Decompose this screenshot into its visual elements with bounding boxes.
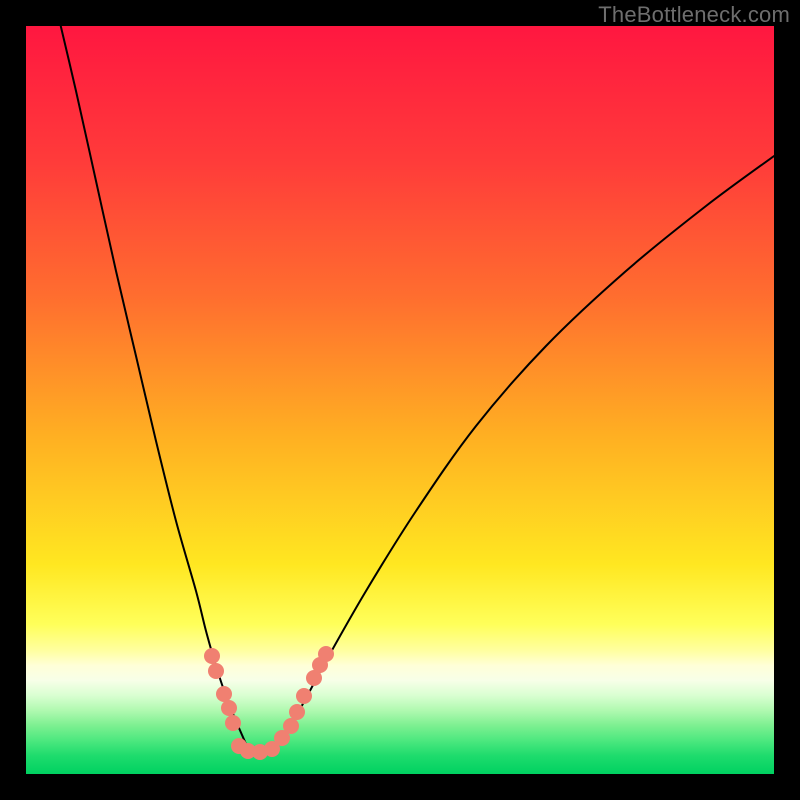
chart-area (26, 26, 774, 774)
marker-dot (283, 718, 299, 734)
marker-dot (289, 704, 305, 720)
watermark-text: TheBottleneck.com (598, 2, 790, 28)
marker-dot (216, 686, 232, 702)
chart-svg (26, 26, 774, 774)
marker-dot (208, 663, 224, 679)
gradient-background (26, 26, 774, 774)
marker-dot (296, 688, 312, 704)
marker-dot (204, 648, 220, 664)
marker-dot (225, 715, 241, 731)
marker-dot (318, 646, 334, 662)
outer-frame: TheBottleneck.com (0, 0, 800, 800)
marker-dot (221, 700, 237, 716)
